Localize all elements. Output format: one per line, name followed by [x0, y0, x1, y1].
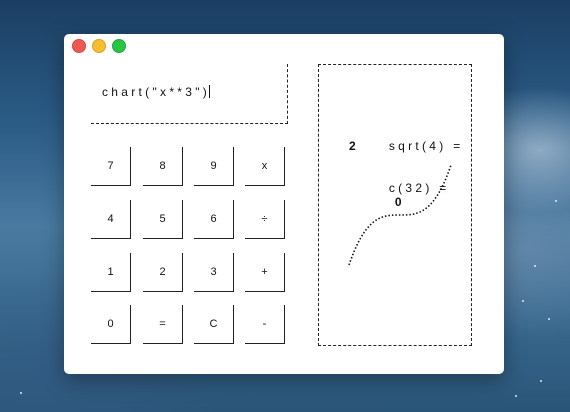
calculator-window: chart("x**3") 7 8 9 x 4 5 6 ÷ 1 2 3 +0 = C - sqrt(4) =… — [64, 34, 504, 374]
key-plus-button[interactable]: + — [245, 253, 285, 292]
chart-series-line — [348, 164, 452, 266]
key-6-button[interactable]: 6 — [194, 200, 234, 239]
key-4-button[interactable]: 4 — [91, 200, 131, 239]
key-equals-button[interactable]: = — [143, 305, 183, 344]
key-divide-button[interactable]: ÷ — [245, 200, 285, 239]
expression-display[interactable]: chart("x**3") — [91, 64, 288, 124]
function-chart — [348, 164, 452, 266]
key-3-button[interactable]: 3 — [194, 253, 234, 292]
expression-text: chart("x**3") — [102, 85, 211, 99]
key-minus-button[interactable]: - — [245, 305, 285, 344]
key-5-button[interactable]: 5 — [143, 200, 183, 239]
key-2-button[interactable]: 2 — [143, 253, 183, 292]
key-7-button[interactable]: 7 — [91, 147, 131, 186]
key-9-button[interactable]: 9 — [194, 147, 234, 186]
key-clear-button[interactable]: C — [194, 305, 234, 344]
key-0-button[interactable]: 0 — [91, 305, 131, 344]
close-window-button[interactable] — [72, 39, 86, 53]
expression-input[interactable]: chart("x**3") — [102, 85, 211, 99]
output-panel: sqrt(4) = 2 c(32) = 0 — [318, 64, 472, 346]
minimize-window-button[interactable] — [92, 39, 106, 53]
key-8-button[interactable]: 8 — [143, 147, 183, 186]
text-cursor — [209, 85, 211, 98]
maximize-window-button[interactable] — [112, 39, 126, 53]
key-1-button[interactable]: 1 — [91, 253, 131, 292]
key-multiply-button[interactable]: x — [245, 147, 285, 186]
